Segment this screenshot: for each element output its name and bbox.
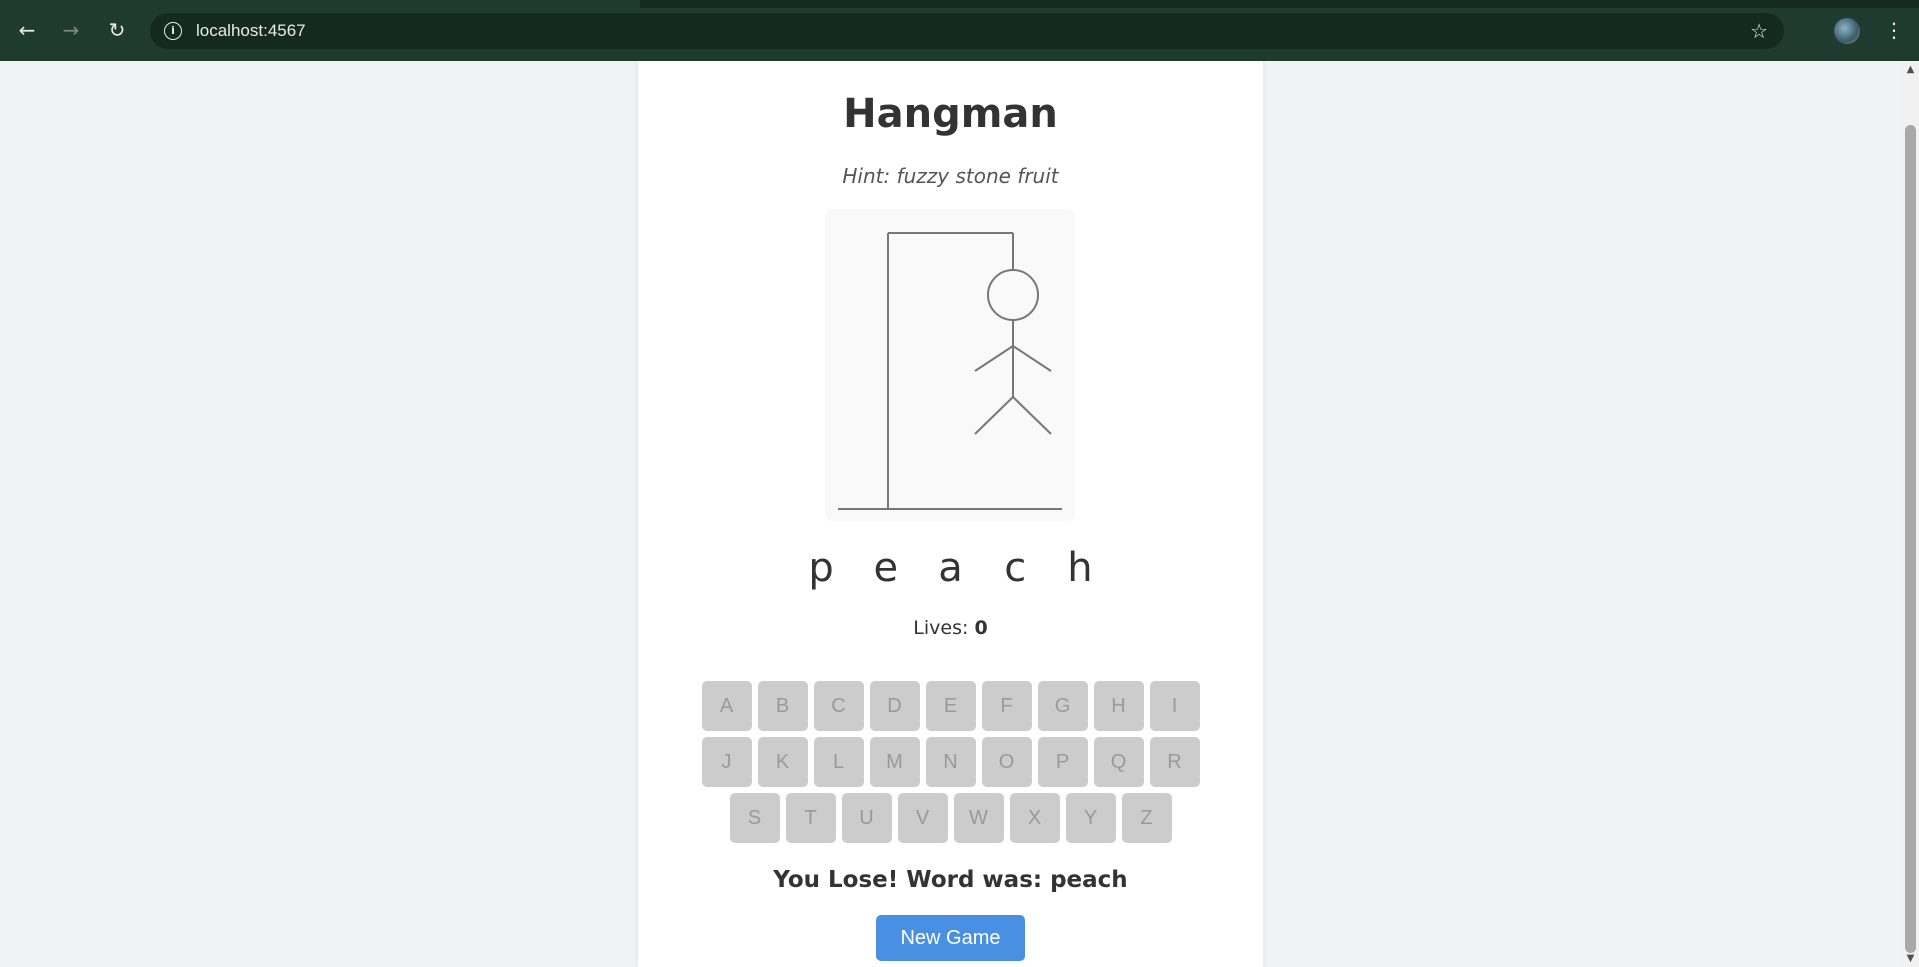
lives-value: 0 — [974, 617, 988, 639]
page-scrollbar[interactable]: ▲ ▼ — [1902, 61, 1919, 967]
letter-key-c[interactable]: C — [813, 681, 864, 731]
profile-avatar[interactable] — [1834, 18, 1860, 44]
letter-key-g[interactable]: G — [1037, 681, 1088, 731]
figure-right-leg — [1012, 396, 1052, 435]
hangman-drawing — [825, 209, 1075, 521]
letter-key-t[interactable]: T — [785, 793, 836, 843]
active-tab[interactable] — [0, 0, 640, 8]
hint-text: Hint: fuzzy stone fruit — [842, 164, 1059, 188]
word-letter: p — [808, 545, 834, 591]
letter-key-d[interactable]: D — [869, 681, 920, 731]
letter-key-y[interactable]: Y — [1065, 793, 1116, 843]
game-result-message: You Lose! Word was: peach — [773, 867, 1128, 893]
word-letter: h — [1067, 545, 1093, 591]
site-info-icon[interactable]: i — [164, 22, 182, 40]
page-title: Hangman — [843, 91, 1058, 137]
letter-key-v[interactable]: V — [897, 793, 948, 843]
figure-right-arm — [1012, 345, 1052, 372]
letter-key-r[interactable]: R — [1149, 737, 1200, 787]
tab-strip — [0, 0, 1919, 8]
arrow-left-icon: ← — [18, 18, 36, 42]
letter-key-m[interactable]: M — [869, 737, 920, 787]
url-text[interactable]: localhost:4567 — [196, 13, 306, 49]
word-letter: c — [1004, 545, 1027, 591]
letter-key-e[interactable]: E — [925, 681, 976, 731]
scroll-thumb[interactable] — [1905, 125, 1916, 953]
scroll-up-arrow-icon[interactable]: ▲ — [1902, 61, 1919, 78]
new-game-button[interactable]: New Game — [876, 915, 1025, 961]
keyboard-row: J K L M N O P Q R — [638, 737, 1263, 787]
letter-key-w[interactable]: W — [953, 793, 1004, 843]
reload-button[interactable]: ↻ — [102, 15, 132, 45]
letter-keyboard: A B C D E F G H I J K L M N O P Q R S T … — [638, 681, 1263, 849]
figure-left-arm — [974, 345, 1014, 372]
star-icon[interactable]: ☆ — [1750, 13, 1768, 49]
letter-key-p[interactable]: P — [1037, 737, 1088, 787]
lives-counter: Lives: 0 — [638, 617, 1263, 639]
letter-key-j[interactable]: J — [701, 737, 752, 787]
letter-key-i[interactable]: I — [1149, 681, 1200, 731]
word-display: p e a c h — [638, 545, 1263, 591]
letter-key-k[interactable]: K — [757, 737, 808, 787]
letter-key-u[interactable]: U — [841, 793, 892, 843]
word-letter: a — [938, 545, 963, 591]
letter-key-l[interactable]: L — [813, 737, 864, 787]
game-card: Hangman Hint: fuzzy stone fruit p e a c … — [638, 61, 1263, 967]
letter-key-h[interactable]: H — [1093, 681, 1144, 731]
word-letter: e — [873, 545, 899, 591]
letter-key-o[interactable]: O — [981, 737, 1032, 787]
browser-toolbar: ← → ↻ i localhost:4567 ☆ ⋮ — [0, 0, 1919, 61]
letter-key-a[interactable]: A — [701, 681, 752, 731]
back-button[interactable]: ← — [12, 15, 42, 45]
letter-key-s[interactable]: S — [729, 793, 780, 843]
scroll-down-arrow-icon[interactable]: ▼ — [1902, 950, 1919, 967]
forward-button[interactable]: → — [56, 15, 86, 45]
arrow-right-icon: → — [62, 18, 80, 42]
keyboard-row: A B C D E F G H I — [638, 681, 1263, 731]
reload-icon: ↻ — [108, 18, 126, 42]
gallows-svg — [838, 232, 1062, 510]
letter-key-x[interactable]: X — [1009, 793, 1060, 843]
kebab-menu-icon[interactable]: ⋮ — [1884, 15, 1904, 45]
figure-left-leg — [974, 396, 1014, 435]
lives-label: Lives: — [913, 617, 969, 639]
letter-key-z[interactable]: Z — [1121, 793, 1172, 843]
letter-key-n[interactable]: N — [925, 737, 976, 787]
keyboard-row: S T U V W X Y Z — [638, 793, 1263, 843]
letter-key-b[interactable]: B — [757, 681, 808, 731]
address-bar[interactable]: i localhost:4567 ☆ — [150, 13, 1784, 49]
figure-head — [987, 269, 1039, 321]
letter-key-f[interactable]: F — [981, 681, 1032, 731]
letter-key-q[interactable]: Q — [1093, 737, 1144, 787]
